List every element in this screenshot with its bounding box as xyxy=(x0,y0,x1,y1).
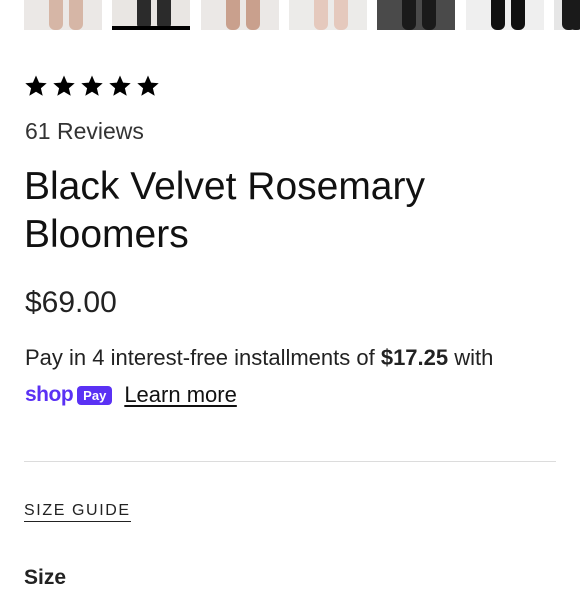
reviews-count-link[interactable]: 61 Reviews xyxy=(25,118,144,145)
shop-pay-row: shop Pay Learn more xyxy=(25,380,237,410)
thumbnail-1[interactable] xyxy=(24,0,102,30)
thumbnail-image-detail xyxy=(49,0,63,30)
size-option-label: Size xyxy=(24,566,67,589)
thumbnail-4[interactable] xyxy=(289,0,367,30)
image-gallery-thumbnails xyxy=(0,0,580,32)
size-guide-link[interactable]: SIZE GUIDE xyxy=(24,502,131,522)
thumbnail-image-detail xyxy=(246,0,260,30)
star-icon xyxy=(53,75,75,96)
installment-amount: $17.25 xyxy=(380,345,449,370)
thumbnail-6[interactable] xyxy=(466,0,544,30)
product-price: $69.00 xyxy=(25,286,117,319)
star-icon xyxy=(137,75,159,96)
thumbnail-image-detail xyxy=(422,0,436,30)
thumbnail-image-detail xyxy=(569,0,580,30)
selected-thumbnail-indicator xyxy=(112,26,190,30)
thumbnail-image-detail xyxy=(226,0,240,30)
thumbnail-image-detail xyxy=(314,0,328,30)
thumbnail-image-detail xyxy=(511,0,525,30)
installments-prefix: Pay in 4 interest-free installments of xyxy=(25,345,381,370)
shop-pay-logo: shop xyxy=(25,383,74,406)
star-icon xyxy=(25,75,47,96)
thumbnail-image-detail xyxy=(402,0,416,30)
installments-suffix: with xyxy=(448,345,494,370)
thumbnail-image-detail xyxy=(334,0,348,30)
star-icon xyxy=(109,75,131,96)
thumbnail-5[interactable] xyxy=(377,0,455,30)
thumbnail-7[interactable] xyxy=(554,0,580,30)
thumbnail-image-detail xyxy=(491,0,505,30)
product-title: Black Velvet Rosemary Bloomers xyxy=(24,165,425,256)
shop-pay-badge: Pay xyxy=(77,385,113,405)
learn-more-link[interactable]: Learn more xyxy=(124,382,237,408)
installments-text: Pay in 4 interest-free installments of $… xyxy=(25,345,493,371)
star-icon xyxy=(81,75,103,96)
star-rating[interactable] xyxy=(24,74,160,98)
section-divider xyxy=(24,461,556,462)
thumbnail-3[interactable] xyxy=(201,0,279,30)
thumbnail-image-detail xyxy=(69,0,83,30)
